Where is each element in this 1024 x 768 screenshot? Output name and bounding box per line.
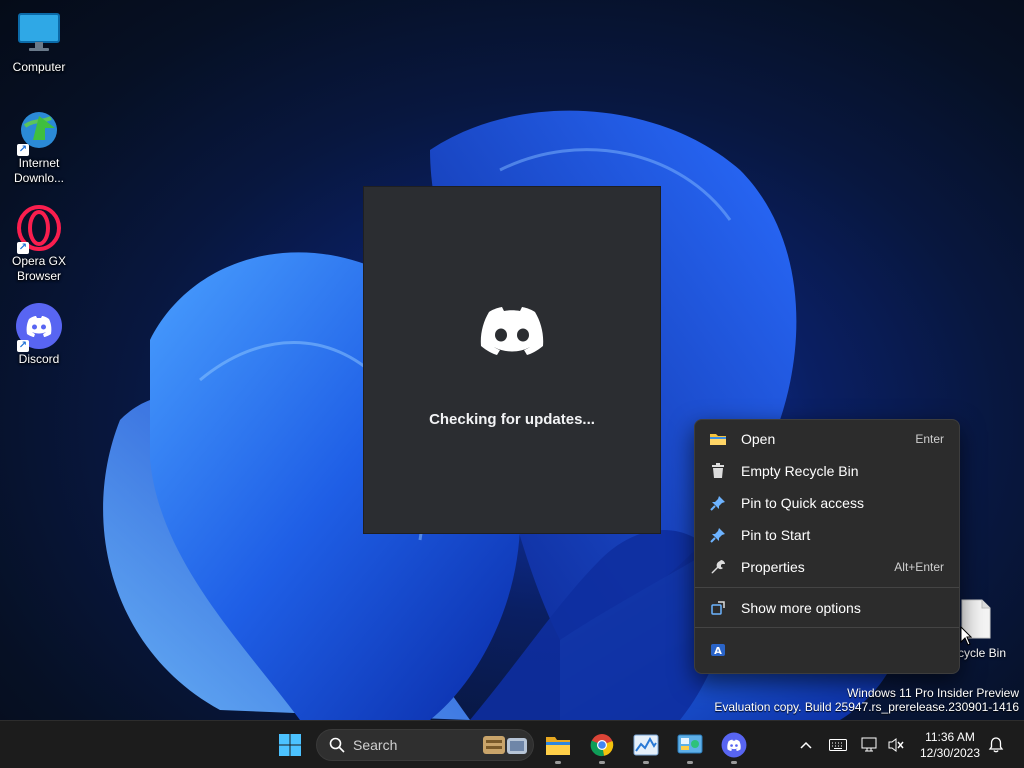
taskbar-control-panel[interactable] (670, 725, 710, 765)
folder-icon (709, 430, 727, 448)
running-indicator (643, 761, 649, 764)
menu-item-app-extension[interactable]: A (699, 635, 955, 665)
taskbar-chrome[interactable] (582, 725, 622, 765)
desktop-icon-label: Computer (12, 60, 66, 74)
taskbar-clock[interactable]: 11:36 AM 12/30/2023 (912, 729, 988, 761)
desktop-icon-opera-gx[interactable]: ↗ Opera GX Browser (0, 204, 78, 284)
performance-graph-icon (633, 734, 659, 756)
discord-icon (721, 732, 747, 758)
menu-item-empty-recycle-bin[interactable]: Empty Recycle Bin (699, 456, 955, 486)
network-button[interactable] (858, 733, 882, 757)
control-panel-icon (677, 734, 703, 754)
context-menu: Open Enter Empty Recycle Bin Pin to Quic… (694, 419, 960, 674)
discord-logo-icon (480, 307, 544, 355)
volume-button[interactable] (884, 733, 908, 757)
notifications-button[interactable] (984, 733, 1008, 757)
wrench-icon (709, 558, 727, 576)
chevron-up-icon (800, 741, 812, 749)
taskbar-task-manager[interactable] (626, 725, 666, 765)
watermark-build: Evaluation copy. Build 25947.rs_prerelea… (714, 700, 1019, 714)
desktop-icon-label: Discord (18, 352, 60, 366)
menu-item-open[interactable]: Open Enter (699, 424, 955, 454)
menu-item-label: Empty Recycle Bin (741, 463, 859, 479)
taskbar-discord[interactable] (714, 725, 754, 765)
svg-text:A: A (714, 646, 722, 657)
taskbar-file-explorer[interactable] (538, 725, 578, 765)
show-hidden-icons-button[interactable] (794, 733, 818, 757)
network-icon (861, 737, 877, 752)
clock-time: 11:36 AM (925, 730, 975, 744)
menu-item-pin-quick-access[interactable]: Pin to Quick access (699, 488, 955, 518)
discord-updater-window: Checking for updates... (363, 186, 661, 534)
menu-item-shortcut: Alt+Enter (894, 560, 944, 574)
globe-download-icon: ↗ (15, 106, 63, 156)
watermark-edition: Windows 11 Pro Insider Preview (847, 686, 1019, 700)
search-placeholder: Search (353, 737, 398, 753)
running-indicator (555, 761, 561, 764)
shortcut-arrow-icon: ↗ (17, 340, 29, 352)
running-indicator (687, 761, 693, 764)
more-options-icon (709, 599, 727, 617)
menu-item-label: Pin to Quick access (741, 495, 864, 511)
build-watermark: Windows 11 Pro Insider Preview Evaluatio… (714, 686, 1019, 714)
mouse-cursor-icon (960, 626, 972, 646)
running-indicator (731, 761, 737, 764)
desktop-icon-label: Internet Downlo... (13, 156, 65, 185)
desktop-icon-internet-download-manager[interactable]: ↗ Internet Downlo... (0, 106, 78, 186)
menu-item-label: Show more options (741, 600, 861, 616)
opera-gx-icon: ↗ (15, 204, 63, 254)
menu-item-shortcut: Enter (915, 432, 944, 446)
folder-icon (546, 737, 570, 755)
touch-keyboard-button[interactable] (826, 733, 850, 757)
menu-separator (695, 587, 959, 588)
menu-separator (695, 627, 959, 628)
chrome-icon (590, 734, 614, 757)
monitor-icon (15, 10, 63, 58)
menu-item-label: Pin to Start (741, 527, 811, 543)
menu-item-properties[interactable]: Properties Alt+Enter (699, 552, 955, 582)
pin-icon (709, 526, 727, 544)
keyboard-icon (829, 739, 847, 751)
update-status-text: Checking for updates... (429, 411, 595, 428)
trash-icon (709, 462, 727, 480)
bell-icon (988, 737, 1004, 753)
search-icon (329, 737, 345, 753)
running-indicator (599, 761, 605, 764)
taskbar-search-box[interactable]: Search (316, 729, 534, 761)
start-button[interactable] (270, 725, 310, 765)
clock-date: 12/30/2023 (919, 746, 981, 760)
taskbar: Search 11:36 AM 12/30/2023 (0, 720, 1024, 768)
windows-logo-icon (279, 734, 301, 756)
volume-muted-icon (888, 738, 904, 752)
menu-item-show-more-options[interactable]: Show more options (699, 593, 955, 623)
search-highlight-icon (483, 736, 527, 754)
desktop-icon-computer[interactable]: Computer (0, 10, 78, 75)
menu-item-label: Open (741, 431, 776, 447)
shortcut-arrow-icon: ↗ (17, 144, 29, 156)
menu-item-pin-to-start[interactable]: Pin to Start (699, 520, 955, 550)
desktop-icon-discord[interactable]: ↗ Discord (0, 302, 78, 367)
shortcut-arrow-icon: ↗ (17, 242, 29, 254)
pin-icon (709, 494, 727, 512)
app-extension-icon: A (709, 641, 727, 659)
discord-icon: ↗ (15, 302, 63, 352)
menu-item-label: Properties (741, 559, 805, 575)
desktop-icon-label: Opera GX Browser (11, 254, 67, 283)
recycle-bin-label[interactable]: cycle Bin (958, 646, 1006, 660)
